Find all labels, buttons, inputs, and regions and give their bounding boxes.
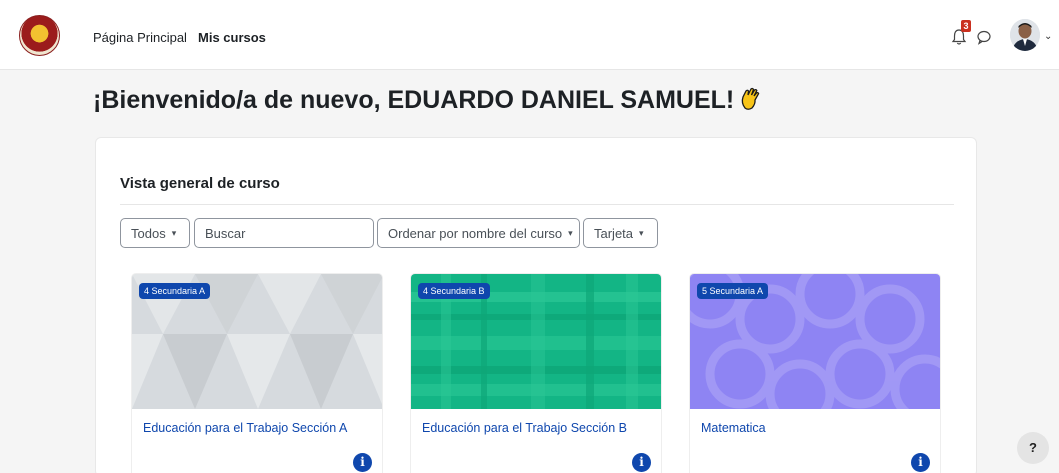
chat-bubble-icon[interactable] xyxy=(976,29,992,45)
course-category-badge: 4 Secundaria B xyxy=(418,283,490,299)
course-overview-card: Vista general de curso Todos ▾ Buscar Or… xyxy=(95,137,977,473)
course-card[interactable]: 5 Secundaria A Matematica i xyxy=(689,273,941,473)
waving-hand-icon xyxy=(741,87,760,110)
filter-dropdown-label: Todos xyxy=(131,225,166,241)
top-navbar: Página Principal Mis cursos 3 ⌄ xyxy=(0,0,1059,70)
course-name-link[interactable]: Educación para el Trabajo Sección A xyxy=(143,421,347,435)
info-icon[interactable]: i xyxy=(632,453,651,472)
notification-count-badge: 3 xyxy=(961,20,971,32)
sort-dropdown-label: Ordenar por nombre del curso xyxy=(388,225,563,241)
course-card[interactable]: 4 Secundaria B Educación para el Trabajo… xyxy=(410,273,662,473)
course-card[interactable]: 4 Secundaria A Educación para el Trabajo… xyxy=(131,273,383,473)
filter-dropdown[interactable]: Todos ▾ xyxy=(120,218,190,248)
sort-dropdown[interactable]: Ordenar por nombre del curso ▾ xyxy=(377,218,580,248)
course-category-badge: 4 Secundaria A xyxy=(139,283,211,299)
divider xyxy=(120,204,954,205)
chevron-down-icon[interactable]: ⌄ xyxy=(1044,31,1052,42)
course-name-link[interactable]: Educación para el Trabajo Sección B xyxy=(422,421,627,435)
welcome-heading: ¡Bienvenido/a de nuevo, EDUARDO DANIEL S… xyxy=(93,86,764,115)
chevron-down-icon: ▾ xyxy=(568,227,573,238)
welcome-text: ¡Bienvenido/a de nuevo, EDUARDO DANIEL S… xyxy=(93,86,735,114)
view-dropdown[interactable]: Tarjeta ▾ xyxy=(583,218,658,248)
nav-my-courses-link[interactable]: Mis cursos xyxy=(198,30,266,45)
chevron-down-icon: ▾ xyxy=(171,227,177,238)
view-dropdown-label: Tarjeta xyxy=(594,225,634,241)
course-category-badge: 5 Secundaria A xyxy=(697,283,769,299)
course-overview-title: Vista general de curso xyxy=(120,175,280,192)
chevron-down-icon: ▾ xyxy=(639,227,644,238)
search-input[interactable]: Buscar xyxy=(194,218,374,248)
nav-home-link[interactable]: Página Principal xyxy=(93,30,187,45)
search-placeholder: Buscar xyxy=(205,225,246,241)
school-crest-icon[interactable] xyxy=(19,15,60,56)
info-icon[interactable]: i xyxy=(911,453,930,472)
course-name-link[interactable]: Matematica xyxy=(701,421,766,435)
help-button[interactable]: ? xyxy=(1017,432,1049,464)
info-icon[interactable]: i xyxy=(353,453,372,472)
user-avatar[interactable] xyxy=(1010,19,1040,51)
